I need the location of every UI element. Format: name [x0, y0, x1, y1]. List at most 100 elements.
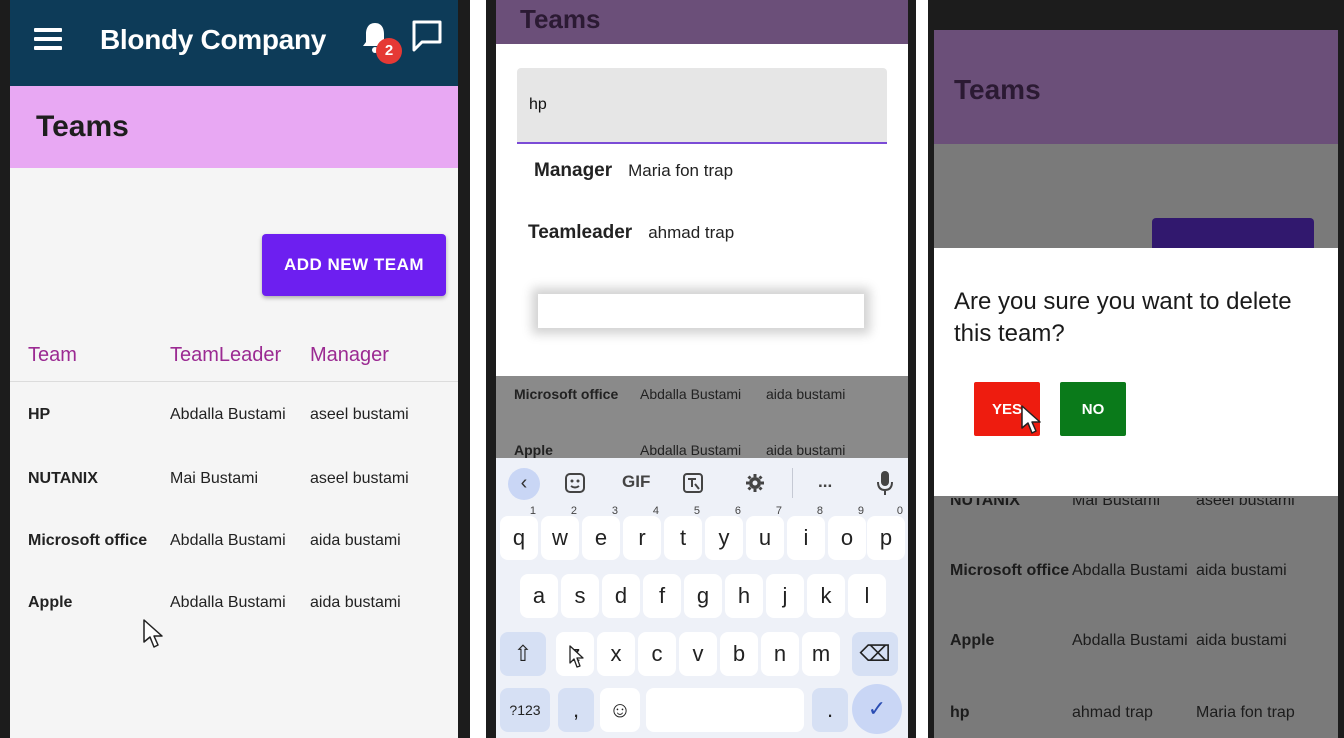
menu-icon[interactable] — [34, 28, 62, 50]
table-row: NUTANIX Mai Bustami aseel bustami — [934, 498, 1338, 512]
mouse-pointer-icon — [143, 619, 163, 648]
phone-screen-edit-team: Teams ManagerMaria fon trap Teamleaderah… — [486, 0, 916, 738]
team-cell: Microsoft office — [28, 532, 148, 549]
key-c[interactable]: c — [638, 632, 676, 676]
mouse-pointer-icon — [569, 645, 584, 668]
key-m[interactable]: m — [802, 632, 840, 676]
team-cell: NUTANIX — [950, 498, 1020, 509]
enter-check-key[interactable]: ✓ — [852, 684, 902, 734]
on-screen-keyboard: ‹ GIF ... q 1 w 2 e 3 r 4 t 5 y 6 u 7 i … — [496, 458, 908, 738]
comma-key[interactable]: , — [558, 688, 594, 732]
table-header: Team TeamLeader Manager — [10, 338, 458, 382]
key-x[interactable]: x — [597, 632, 635, 676]
shift-key[interactable]: ⇧ — [500, 632, 546, 676]
toolbar-divider — [792, 468, 793, 498]
key-j[interactable]: j — [766, 574, 804, 618]
more-options-icon[interactable]: ... — [818, 472, 832, 492]
teams-screen: Blondy Company 2 Teams ADD NEW TEAM Team… — [10, 0, 458, 738]
manager-cell: aida bustami — [310, 594, 401, 611]
key-f[interactable]: f — [643, 574, 681, 618]
chevron-left-icon[interactable]: ‹ — [508, 468, 540, 500]
team-cell: Microsoft office — [514, 386, 619, 402]
translate-icon[interactable] — [682, 472, 704, 494]
table-row: Microsoft office Abdalla Bustami aida bu… — [496, 386, 908, 406]
microphone-icon[interactable] — [876, 470, 894, 496]
table-row: hp ahmad trap Maria fon trap — [934, 704, 1338, 734]
no-button[interactable]: NO — [1060, 382, 1126, 436]
team-name-input[interactable] — [529, 96, 869, 114]
table-row[interactable]: HP Abdalla Bustami aseel bustami — [10, 406, 458, 446]
key-l[interactable]: l — [848, 574, 886, 618]
leader-cell: Mai Bustami — [170, 470, 259, 487]
gif-button[interactable]: GIF — [622, 472, 650, 492]
keyboard-row-3: ⇧ z x c v b n m ⌫ — [496, 632, 908, 682]
delete-dialog-screen: Teams Are you sure you want to delete th… — [934, 30, 1338, 738]
key-p[interactable]: p0 — [867, 506, 905, 560]
key-a[interactable]: a — [520, 574, 558, 618]
key-v[interactable]: v — [679, 632, 717, 676]
space-key[interactable] — [646, 688, 804, 732]
key-g[interactable]: g — [684, 574, 722, 618]
app-bar: Blondy Company 2 — [10, 0, 458, 86]
edit-team-screen: Teams ManagerMaria fon trap Teamleaderah… — [496, 0, 908, 738]
column-header-team[interactable]: Team — [28, 344, 77, 367]
manager-cell: aida bustami — [766, 442, 846, 458]
teamleader-row[interactable]: Teamleader ahmad trap — [528, 222, 734, 244]
key-w[interactable]: w2 — [541, 506, 579, 560]
key-o[interactable]: o9 — [828, 506, 866, 560]
manager-cell: aida bustami — [310, 532, 401, 549]
manager-label: Manager — [534, 160, 613, 181]
leader-cell: Mai Bustami — [1072, 498, 1161, 509]
chat-icon[interactable] — [410, 18, 444, 54]
table-row[interactable]: NUTANIX Mai Bustami aseel bustami — [10, 470, 458, 510]
manager-cell: aseel bustami — [310, 470, 409, 487]
manager-cell: Maria fon trap — [1196, 704, 1295, 721]
table-row[interactable]: Apple Abdalla Bustami aida bustami — [10, 594, 458, 634]
key-k[interactable]: k — [807, 574, 845, 618]
teamleader-label: Teamleader — [528, 222, 633, 243]
phone-screen-teams-list: Blondy Company 2 Teams ADD NEW TEAM Team… — [0, 0, 470, 738]
leader-cell: Abdalla Bustami — [640, 442, 742, 458]
dialog-message: Are you sure you want to delete this tea… — [954, 288, 1292, 347]
app-title: Blondy Company — [100, 24, 327, 55]
key-q[interactable]: q1 — [500, 506, 538, 560]
period-key[interactable]: . — [812, 688, 848, 732]
leader-cell: Abdalla Bustami — [1072, 562, 1188, 579]
key-s[interactable]: s — [561, 574, 599, 618]
sticker-icon[interactable] — [564, 472, 586, 494]
key-n[interactable]: n — [761, 632, 799, 676]
blurred-button[interactable] — [538, 294, 864, 328]
key-d[interactable]: d — [602, 574, 640, 618]
team-cell: Apple — [28, 594, 73, 611]
team-name-field[interactable] — [517, 68, 887, 144]
column-header-manager[interactable]: Manager — [310, 344, 389, 367]
add-new-team-button[interactable]: ADD NEW TEAM — [262, 234, 446, 296]
leader-cell: Abdalla Bustami — [170, 406, 286, 423]
teamleader-value: ahmad trap — [648, 223, 735, 242]
manager-cell: aida bustami — [766, 386, 846, 402]
mouse-pointer-icon — [1021, 405, 1041, 434]
key-y[interactable]: y6 — [705, 506, 743, 560]
keyboard-toolbar: ‹ GIF ... — [496, 458, 908, 510]
key-u[interactable]: u7 — [746, 506, 784, 560]
background-table: Microsoft office Abdalla Bustami aida bu… — [496, 376, 908, 458]
key-r[interactable]: r4 — [623, 506, 661, 560]
backspace-key[interactable]: ⌫ — [852, 632, 898, 676]
key-b[interactable]: b — [720, 632, 758, 676]
emoji-key[interactable]: ☺ — [600, 688, 640, 732]
table-row: Apple Abdalla Bustami aida bustami — [934, 632, 1338, 662]
manager-row[interactable]: Manager Maria fon trap — [534, 160, 733, 182]
page-title: Teams — [36, 110, 129, 143]
key-h[interactable]: h — [725, 574, 763, 618]
key-e[interactable]: e3 — [582, 506, 620, 560]
column-header-teamleader[interactable]: TeamLeader — [170, 344, 281, 367]
team-cell: Apple — [950, 632, 995, 649]
symbols-key[interactable]: ?123 — [500, 688, 550, 732]
table-row: Microsoft office Abdalla Bustami aida bu… — [934, 562, 1338, 592]
keyboard-row-4: ?123 , ☺ . ✓ — [496, 684, 908, 738]
table-row[interactable]: Microsoft office Abdalla Bustami aida bu… — [10, 532, 458, 572]
key-i[interactable]: i8 — [787, 506, 825, 560]
leader-cell: Abdalla Bustami — [1072, 632, 1188, 649]
key-t[interactable]: t5 — [664, 506, 702, 560]
gear-icon[interactable] — [744, 472, 766, 494]
